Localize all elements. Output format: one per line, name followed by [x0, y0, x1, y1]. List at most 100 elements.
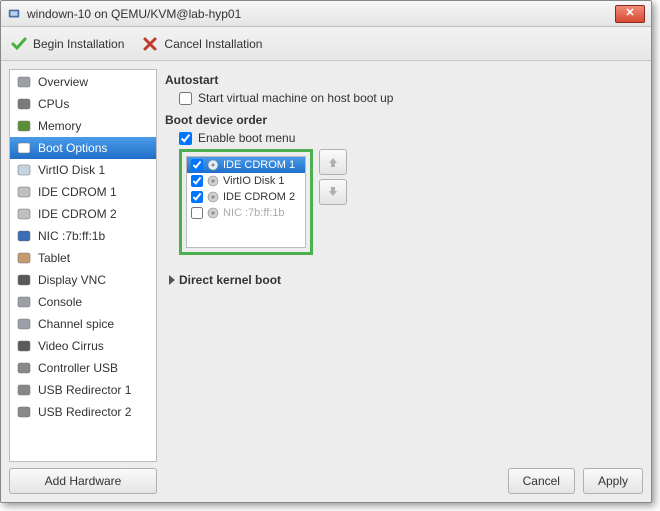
sidebar-item-label: IDE CDROM 2 — [38, 207, 117, 221]
window-close-button[interactable]: ✕ — [615, 5, 645, 23]
titlebar[interactable]: windown-10 on QEMU/KVM@lab-hyp01 ✕ — [1, 1, 651, 27]
move-down-button[interactable] — [319, 179, 347, 205]
sidebar-item-ide-cdrom-2[interactable]: IDE CDROM 2 — [10, 203, 156, 225]
boot-order-area: IDE CDROM 1 VirtIO Disk 1 IDE CDROM 2 NIC :… — [179, 149, 643, 255]
arrow-down-icon — [327, 186, 339, 198]
autostart-checkbox-row[interactable]: Start virtual machine on host boot up — [179, 91, 643, 105]
sidebar-item-icon — [16, 250, 32, 266]
sidebar-item-usb-redirector-1[interactable]: USB Redirector 1 — [10, 379, 156, 401]
boot-device-item[interactable]: NIC :7b:ff:1b — [187, 205, 305, 221]
sidebar-item-icon — [16, 206, 32, 222]
sidebar-item-boot-options[interactable]: Boot Options — [10, 137, 156, 159]
begin-installation-label: Begin Installation — [33, 37, 124, 51]
begin-installation-button[interactable]: Begin Installation — [11, 36, 124, 52]
autostart-heading: Autostart — [165, 73, 643, 87]
sidebar-item-channel-spice[interactable]: Channel spice — [10, 313, 156, 335]
move-up-button[interactable] — [319, 149, 347, 175]
direct-kernel-expander[interactable]: Direct kernel boot — [169, 273, 643, 287]
add-hardware-button[interactable]: Add Hardware — [9, 468, 157, 494]
autostart-label: Start virtual machine on host boot up — [198, 91, 393, 105]
hardware-sidebar[interactable]: Overview CPUs Memory Boot Options VirtIO Dis… — [9, 69, 157, 462]
close-icon: ✕ — [625, 8, 634, 19]
boot-device-checkbox[interactable] — [191, 175, 203, 187]
reorder-buttons — [319, 149, 347, 205]
sidebar-item-icon — [16, 96, 32, 112]
footer: Cancel Apply — [165, 462, 643, 494]
sidebar-item-nic-7b-ff-1b[interactable]: NIC :7b:ff:1b — [10, 225, 156, 247]
sidebar-item-label: USB Redirector 2 — [38, 405, 131, 419]
sidebar-item-display-vnc[interactable]: Display VNC — [10, 269, 156, 291]
sidebar-item-label: Video Cirrus — [38, 339, 104, 353]
autostart-checkbox[interactable] — [179, 92, 192, 105]
sidebar-column: Overview CPUs Memory Boot Options VirtIO Dis… — [9, 69, 157, 494]
sidebar-item-usb-redirector-2[interactable]: USB Redirector 2 — [10, 401, 156, 423]
sidebar-item-cpus[interactable]: CPUs — [10, 93, 156, 115]
app-icon — [7, 7, 21, 21]
sidebar-item-label: IDE CDROM 1 — [38, 185, 117, 199]
sidebar-item-icon — [16, 184, 32, 200]
sidebar-item-ide-cdrom-1[interactable]: IDE CDROM 1 — [10, 181, 156, 203]
boot-device-item[interactable]: IDE CDROM 2 — [187, 189, 305, 205]
sidebar-item-icon — [16, 404, 32, 420]
arrow-up-icon — [327, 156, 339, 168]
vm-settings-window: windown-10 on QEMU/KVM@lab-hyp01 ✕ Begin… — [0, 0, 652, 503]
sidebar-item-label: Boot Options — [38, 141, 107, 155]
check-icon — [11, 36, 27, 52]
sidebar-item-icon — [16, 162, 32, 178]
boot-list-highlight: IDE CDROM 1 VirtIO Disk 1 IDE CDROM 2 NIC :… — [179, 149, 313, 255]
device-icon — [207, 207, 219, 219]
enable-boot-menu-checkbox[interactable] — [179, 132, 192, 145]
sidebar-item-label: USB Redirector 1 — [38, 383, 131, 397]
device-icon — [207, 191, 219, 203]
boot-device-checkbox[interactable] — [191, 191, 203, 203]
device-icon — [207, 159, 219, 171]
sidebar-item-tablet[interactable]: Tablet — [10, 247, 156, 269]
cancel-installation-button[interactable]: Cancel Installation — [142, 36, 262, 52]
sidebar-item-memory[interactable]: Memory — [10, 115, 156, 137]
boot-device-list[interactable]: IDE CDROM 1 VirtIO Disk 1 IDE CDROM 2 NIC :… — [186, 156, 306, 248]
boot-device-checkbox[interactable] — [191, 159, 203, 171]
boot-device-label: IDE CDROM 2 — [223, 191, 295, 203]
cancel-button[interactable]: Cancel — [508, 468, 575, 494]
cancel-installation-label: Cancel Installation — [164, 37, 262, 51]
direct-kernel-label: Direct kernel boot — [179, 273, 281, 287]
sidebar-item-icon — [16, 140, 32, 156]
body: Overview CPUs Memory Boot Options VirtIO Dis… — [1, 61, 651, 502]
sidebar-item-icon — [16, 360, 32, 376]
sidebar-item-label: Tablet — [38, 251, 70, 265]
sidebar-item-icon — [16, 118, 32, 134]
sidebar-item-console[interactable]: Console — [10, 291, 156, 313]
boot-device-label: NIC :7b:ff:1b — [223, 207, 285, 219]
apply-button[interactable]: Apply — [583, 468, 643, 494]
sidebar-item-controller-usb[interactable]: Controller USB — [10, 357, 156, 379]
device-icon — [207, 175, 219, 187]
sidebar-item-overview[interactable]: Overview — [10, 71, 156, 93]
sidebar-item-virtio-disk-1[interactable]: VirtIO Disk 1 — [10, 159, 156, 181]
sidebar-item-icon — [16, 272, 32, 288]
sidebar-item-video-cirrus[interactable]: Video Cirrus — [10, 335, 156, 357]
sidebar-item-label: Channel spice — [38, 317, 114, 331]
sidebar-item-icon — [16, 74, 32, 90]
sidebar-item-label: VirtIO Disk 1 — [38, 163, 105, 177]
enable-boot-menu-row[interactable]: Enable boot menu — [179, 131, 643, 145]
boot-device-label: VirtIO Disk 1 — [223, 175, 285, 187]
sidebar-item-label: Overview — [38, 75, 88, 89]
content-pane: Autostart Start virtual machine on host … — [165, 69, 643, 494]
sidebar-item-icon — [16, 228, 32, 244]
sidebar-item-icon — [16, 382, 32, 398]
sidebar-item-label: CPUs — [38, 97, 69, 111]
boot-device-checkbox[interactable] — [191, 207, 203, 219]
sidebar-item-label: Console — [38, 295, 82, 309]
boot-device-item[interactable]: IDE CDROM 1 — [187, 157, 305, 173]
sidebar-item-label: Memory — [38, 119, 81, 133]
expander-arrow-icon — [169, 275, 175, 285]
cancel-icon — [142, 36, 158, 52]
enable-boot-menu-label: Enable boot menu — [198, 131, 295, 145]
boot-device-item[interactable]: VirtIO Disk 1 — [187, 173, 305, 189]
sidebar-item-icon — [16, 316, 32, 332]
sidebar-item-label: Controller USB — [38, 361, 118, 375]
sidebar-item-icon — [16, 338, 32, 354]
sidebar-item-label: NIC :7b:ff:1b — [38, 229, 105, 243]
boot-device-label: IDE CDROM 1 — [223, 159, 295, 171]
sidebar-item-icon — [16, 294, 32, 310]
